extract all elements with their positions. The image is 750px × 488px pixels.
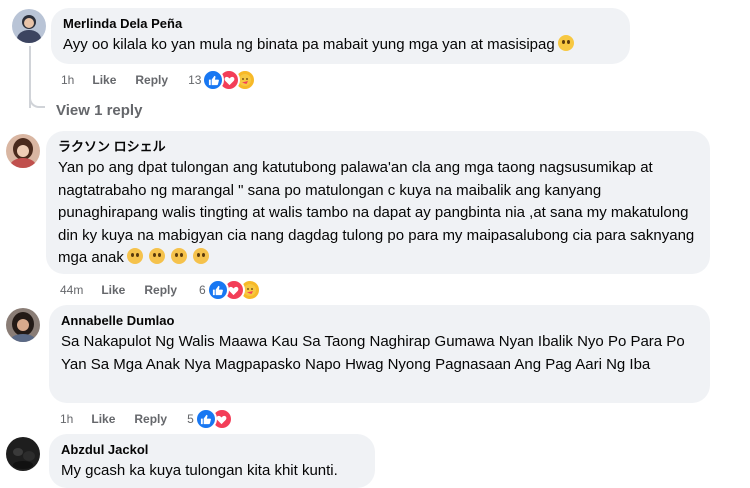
reply-button[interactable]: Reply <box>135 72 168 88</box>
pleading-face-emoji-icon <box>192 248 209 264</box>
comment-author[interactable]: ラクソン ロシェル <box>58 138 698 155</box>
comment-time[interactable]: 44m <box>60 282 83 298</box>
comment-actions: 44m Like Reply 6 <box>60 279 261 301</box>
avatar[interactable] <box>6 437 40 471</box>
comment-time[interactable]: 1h <box>61 72 74 88</box>
avatar[interactable] <box>6 308 40 342</box>
pleading-face-emoji-icon <box>148 248 165 264</box>
like-reaction-icon <box>206 279 229 301</box>
comment-text: Yan po ang dpat tulongan ang katutubong … <box>58 157 698 270</box>
comment-actions: 1h Like Reply 13 <box>61 69 257 91</box>
like-button[interactable]: Like <box>91 411 115 427</box>
avatar[interactable] <box>6 134 40 168</box>
comment-text: Ayy oo kilala ko yan mula ng binata pa m… <box>63 34 618 57</box>
avatar[interactable] <box>12 9 46 43</box>
comment-bubble: ラクソン ロシェル Yan po ang dpat tulongan ang k… <box>46 131 710 274</box>
reactions[interactable] <box>206 279 261 301</box>
comment-author[interactable]: Merlinda Dela Peña <box>63 15 618 32</box>
reply-thread-curve <box>29 92 45 108</box>
comment-bubble: Merlinda Dela Peña Ayy oo kilala ko yan … <box>51 8 630 64</box>
pleading-face-emoji-icon <box>170 248 187 264</box>
like-button[interactable]: Like <box>92 72 116 88</box>
comment-text-body: Ayy oo kilala ko yan mula ng binata pa m… <box>63 36 555 53</box>
reactions[interactable] <box>194 408 233 430</box>
like-button[interactable]: Like <box>101 282 125 298</box>
comment-bubble: Abzdul Jackol My gcash ka kuya tulongan … <box>49 434 375 488</box>
reply-button[interactable]: Reply <box>144 282 177 298</box>
view-replies-link[interactable]: View 1 reply <box>56 101 142 121</box>
reply-button[interactable]: Reply <box>134 411 167 427</box>
reaction-count[interactable]: 6 <box>199 282 206 298</box>
comment-actions: 1h Like Reply 5 <box>60 408 233 430</box>
reactions[interactable] <box>202 69 257 91</box>
comment-text: My gcash ka kuya tulongan kita khit kunt… <box>61 462 338 479</box>
comment-text: Sa Nakapulot Ng Walis Maawa Kau Sa Taong… <box>61 333 685 373</box>
comment-author[interactable]: Abzdul Jackol <box>61 441 363 458</box>
like-reaction-icon <box>194 408 217 430</box>
reaction-count[interactable]: 13 <box>188 72 201 88</box>
smiling-face-emoji-icon <box>557 35 574 51</box>
comment-time[interactable]: 1h <box>60 411 73 427</box>
comment-author[interactable]: Annabelle Dumlao <box>61 312 698 329</box>
comment-bubble: Annabelle Dumlao Sa Nakapulot Ng Walis M… <box>49 305 710 403</box>
reaction-count[interactable]: 5 <box>187 411 194 427</box>
pleading-face-emoji-icon <box>126 248 143 264</box>
